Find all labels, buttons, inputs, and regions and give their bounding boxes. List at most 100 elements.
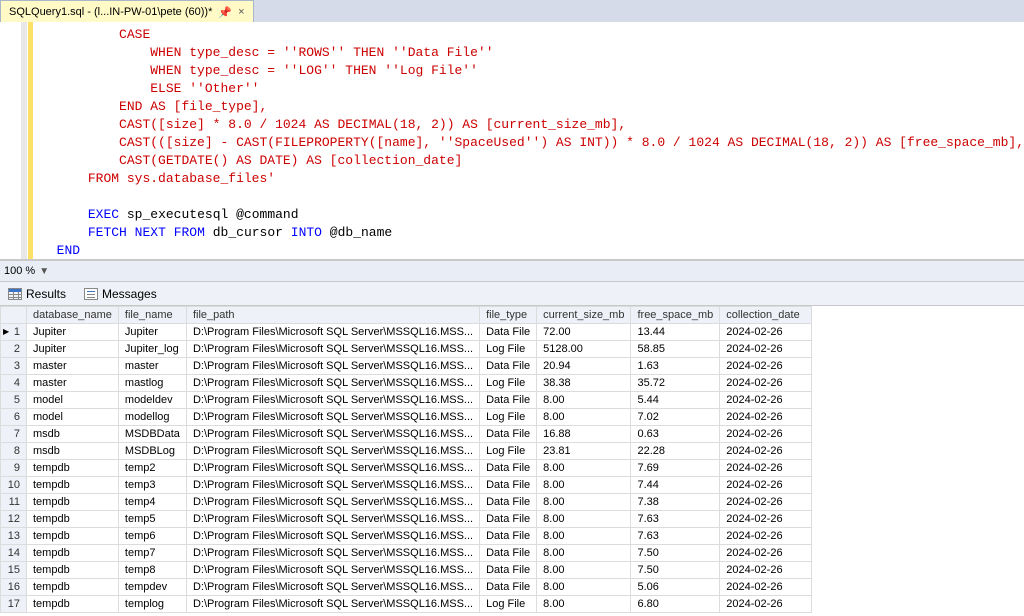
- cell[interactable]: D:\Program Files\Microsoft SQL Server\MS…: [186, 477, 479, 494]
- column-header[interactable]: current_size_mb: [537, 307, 631, 324]
- cell[interactable]: 8.00: [537, 562, 631, 579]
- cell[interactable]: D:\Program Files\Microsoft SQL Server\MS…: [186, 545, 479, 562]
- sql-editor[interactable]: CASE WHEN type_desc = ''ROWS'' THEN ''Da…: [0, 22, 1024, 260]
- cell[interactable]: D:\Program Files\Microsoft SQL Server\MS…: [186, 324, 479, 341]
- cell[interactable]: master: [27, 375, 119, 392]
- cell[interactable]: 8.00: [537, 545, 631, 562]
- cell[interactable]: 2024-02-26: [720, 596, 812, 613]
- cell[interactable]: 8.00: [537, 579, 631, 596]
- cell[interactable]: 5.06: [631, 579, 720, 596]
- cell[interactable]: MSDBData: [118, 426, 186, 443]
- cell[interactable]: 23.81: [537, 443, 631, 460]
- row-number[interactable]: 6: [1, 409, 27, 426]
- cell[interactable]: Data File: [480, 562, 537, 579]
- column-header[interactable]: free_space_mb: [631, 307, 720, 324]
- cell[interactable]: D:\Program Files\Microsoft SQL Server\MS…: [186, 409, 479, 426]
- cell[interactable]: temp4: [118, 494, 186, 511]
- tab-messages[interactable]: Messages: [80, 285, 161, 303]
- column-header[interactable]: file_path: [186, 307, 479, 324]
- cell[interactable]: 2024-02-26: [720, 375, 812, 392]
- cell[interactable]: Jupiter: [27, 324, 119, 341]
- cell[interactable]: 7.50: [631, 562, 720, 579]
- row-number[interactable]: 15: [1, 562, 27, 579]
- cell[interactable]: temp5: [118, 511, 186, 528]
- code-area[interactable]: CASE WHEN type_desc = ''ROWS'' THEN ''Da…: [21, 22, 1024, 259]
- cell[interactable]: 8.00: [537, 409, 631, 426]
- cell[interactable]: D:\Program Files\Microsoft SQL Server\MS…: [186, 579, 479, 596]
- cell[interactable]: 7.44: [631, 477, 720, 494]
- row-number[interactable]: 11: [1, 494, 27, 511]
- cell[interactable]: D:\Program Files\Microsoft SQL Server\MS…: [186, 562, 479, 579]
- chevron-down-icon[interactable]: ▼: [39, 266, 49, 277]
- cell[interactable]: 8.00: [537, 460, 631, 477]
- table-row[interactable]: 4mastermastlogD:\Program Files\Microsoft…: [1, 375, 812, 392]
- table-row[interactable]: 6modelmodellogD:\Program Files\Microsoft…: [1, 409, 812, 426]
- cell[interactable]: D:\Program Files\Microsoft SQL Server\MS…: [186, 511, 479, 528]
- table-row[interactable]: 16tempdbtempdevD:\Program Files\Microsof…: [1, 579, 812, 596]
- table-row[interactable]: 1JupiterJupiterD:\Program Files\Microsof…: [1, 324, 812, 341]
- cell[interactable]: Jupiter: [27, 341, 119, 358]
- cell[interactable]: Log File: [480, 341, 537, 358]
- cell[interactable]: Data File: [480, 460, 537, 477]
- cell[interactable]: 7.02: [631, 409, 720, 426]
- cell[interactable]: 16.88: [537, 426, 631, 443]
- cell[interactable]: Log File: [480, 409, 537, 426]
- cell[interactable]: 2024-02-26: [720, 579, 812, 596]
- cell[interactable]: tempdb: [27, 562, 119, 579]
- cell[interactable]: Log File: [480, 375, 537, 392]
- cell[interactable]: 7.63: [631, 511, 720, 528]
- cell[interactable]: D:\Program Files\Microsoft SQL Server\MS…: [186, 596, 479, 613]
- cell[interactable]: 2024-02-26: [720, 392, 812, 409]
- cell[interactable]: 2024-02-26: [720, 358, 812, 375]
- cell[interactable]: 2024-02-26: [720, 409, 812, 426]
- cell[interactable]: 7.69: [631, 460, 720, 477]
- cell[interactable]: 8.00: [537, 477, 631, 494]
- cell[interactable]: tempdb: [27, 477, 119, 494]
- row-number[interactable]: 5: [1, 392, 27, 409]
- cell[interactable]: 2024-02-26: [720, 494, 812, 511]
- cell[interactable]: 8.00: [537, 392, 631, 409]
- cell[interactable]: Data File: [480, 494, 537, 511]
- cell[interactable]: 2024-02-26: [720, 545, 812, 562]
- row-number[interactable]: 8: [1, 443, 27, 460]
- cell[interactable]: Data File: [480, 324, 537, 341]
- document-tab[interactable]: SQLQuery1.sql - (l...IN-PW-01\pete (60))…: [0, 0, 254, 22]
- cell[interactable]: Log File: [480, 443, 537, 460]
- cell[interactable]: temp8: [118, 562, 186, 579]
- cell[interactable]: MSDBLog: [118, 443, 186, 460]
- row-number[interactable]: 7: [1, 426, 27, 443]
- cell[interactable]: 0.63: [631, 426, 720, 443]
- cell[interactable]: Data File: [480, 511, 537, 528]
- cell[interactable]: temp2: [118, 460, 186, 477]
- cell[interactable]: tempdb: [27, 460, 119, 477]
- cell[interactable]: 2024-02-26: [720, 477, 812, 494]
- zoom-level[interactable]: 100 %: [4, 265, 35, 277]
- cell[interactable]: Data File: [480, 579, 537, 596]
- cell[interactable]: model: [27, 409, 119, 426]
- cell[interactable]: master: [27, 358, 119, 375]
- cell[interactable]: D:\Program Files\Microsoft SQL Server\MS…: [186, 358, 479, 375]
- table-row[interactable]: 13tempdbtemp6D:\Program Files\Microsoft …: [1, 528, 812, 545]
- cell[interactable]: D:\Program Files\Microsoft SQL Server\MS…: [186, 375, 479, 392]
- row-number[interactable]: 17: [1, 596, 27, 613]
- row-number[interactable]: 14: [1, 545, 27, 562]
- cell[interactable]: D:\Program Files\Microsoft SQL Server\MS…: [186, 528, 479, 545]
- cell[interactable]: 5.44: [631, 392, 720, 409]
- row-number[interactable]: 10: [1, 477, 27, 494]
- cell[interactable]: 8.00: [537, 596, 631, 613]
- cell[interactable]: 58.85: [631, 341, 720, 358]
- row-number[interactable]: 13: [1, 528, 27, 545]
- cell[interactable]: model: [27, 392, 119, 409]
- cell[interactable]: 5128.00: [537, 341, 631, 358]
- cell[interactable]: 2024-02-26: [720, 426, 812, 443]
- cell[interactable]: 35.72: [631, 375, 720, 392]
- table-row[interactable]: 3mastermasterD:\Program Files\Microsoft …: [1, 358, 812, 375]
- cell[interactable]: temp6: [118, 528, 186, 545]
- row-number[interactable]: 3: [1, 358, 27, 375]
- table-row[interactable]: 12tempdbtemp5D:\Program Files\Microsoft …: [1, 511, 812, 528]
- cell[interactable]: Jupiter_log: [118, 341, 186, 358]
- cell[interactable]: tempdb: [27, 596, 119, 613]
- cell[interactable]: Data File: [480, 545, 537, 562]
- table-row[interactable]: 14tempdbtemp7D:\Program Files\Microsoft …: [1, 545, 812, 562]
- cell[interactable]: D:\Program Files\Microsoft SQL Server\MS…: [186, 460, 479, 477]
